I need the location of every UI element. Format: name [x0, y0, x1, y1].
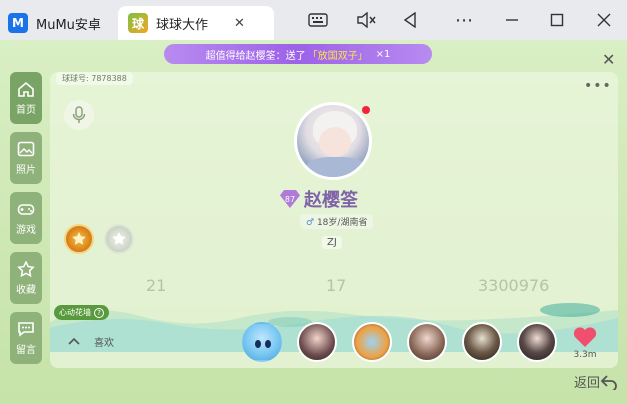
- heart-garden-badge[interactable]: 心动花墙 ?: [54, 305, 109, 320]
- photo-icon: [17, 141, 35, 156]
- sidebar-item-game[interactable]: 游戏: [10, 192, 42, 244]
- garden-label: 心动花墙: [59, 308, 91, 317]
- game-icon: 球: [128, 13, 148, 33]
- liker-avatar[interactable]: [352, 322, 392, 362]
- sidebar-item-label: 留言: [16, 344, 36, 356]
- sidebar-item-label: 收藏: [16, 284, 36, 296]
- age-location: 18岁/湖南省: [316, 218, 368, 228]
- avatar-face: [319, 127, 351, 157]
- avatar-body: [305, 157, 367, 177]
- sidebar: 首页 照片 游戏 收藏 留言: [10, 72, 42, 372]
- minimize-icon[interactable]: [500, 10, 524, 30]
- liker-avatar[interactable]: [517, 322, 557, 362]
- online-dot: [362, 106, 370, 114]
- back-button[interactable]: 返回: [574, 372, 618, 391]
- microphone-icon: [72, 106, 86, 123]
- tab-mumu[interactable]: M MuMu安卓: [8, 6, 116, 40]
- close-icon[interactable]: ✕: [602, 50, 615, 69]
- heart-icon: [573, 327, 597, 347]
- browser-chrome: M MuMu安卓 球 球球大作 ✕ ⋯: [0, 0, 627, 40]
- message-icon: [18, 321, 34, 337]
- help-icon[interactable]: ?: [94, 307, 104, 318]
- liker-avatar[interactable]: [242, 322, 282, 362]
- gold-medal-icon[interactable]: [64, 224, 94, 254]
- profile-panel: 球球号: 7878388 ••• 87 赵樱筌 ♂ 18岁/湖南省 ZJ 21 …: [50, 72, 618, 368]
- sidebar-item-home[interactable]: 首页: [10, 72, 42, 124]
- liker-avatar[interactable]: [297, 322, 337, 362]
- silver-medal-icon[interactable]: [104, 224, 134, 254]
- banner-highlight: 「放国双子」: [307, 50, 368, 62]
- sidebar-item-message[interactable]: 留言: [10, 312, 42, 364]
- sidebar-item-collect[interactable]: 收藏: [10, 252, 42, 304]
- user-details: ♂ 18岁/湖南省: [300, 214, 374, 229]
- back-label: 返回: [574, 376, 601, 391]
- like-button[interactable]: 3.3m: [572, 326, 598, 360]
- collect-icon: [17, 260, 35, 277]
- gamepad-icon: [17, 203, 35, 215]
- user-name: 赵樱筌: [304, 190, 358, 211]
- sidebar-item-label: 首页: [16, 104, 36, 116]
- avatar-eye: [265, 340, 271, 348]
- banner-text: 超值得给赵樱筌：送了: [205, 50, 306, 62]
- avatar[interactable]: [294, 102, 372, 180]
- like-toggle[interactable]: 喜欢: [68, 334, 114, 349]
- maximize-icon[interactable]: [545, 10, 569, 30]
- liker-avatars: [242, 322, 572, 362]
- mumu-icon: M: [8, 13, 28, 33]
- mic-button[interactable]: [64, 100, 94, 130]
- banner-count: ×1: [375, 48, 391, 60]
- close-icon[interactable]: ✕: [234, 16, 245, 31]
- back-icon[interactable]: [398, 10, 422, 30]
- chevron-up-icon: [68, 335, 80, 348]
- liker-avatar[interactable]: [407, 322, 447, 362]
- app-area: 超值得给赵樱筌：送了 「放国双子」 ×1 ✕ 首页 照片 游戏 收藏 留言 球球…: [0, 40, 627, 404]
- level-badge: 87: [280, 190, 300, 208]
- more-icon[interactable]: •••: [584, 78, 612, 94]
- like-label: 喜欢: [94, 338, 114, 349]
- home-icon: [18, 81, 34, 97]
- liker-avatar[interactable]: [462, 322, 502, 362]
- return-arrow-icon: [600, 374, 617, 390]
- tab-game[interactable]: 球 球球大作 ✕: [118, 6, 274, 40]
- sidebar-item-label: 照片: [16, 164, 36, 176]
- mute-icon[interactable]: [354, 10, 378, 30]
- more-icon[interactable]: ⋯: [452, 10, 476, 31]
- name-row: 87 赵樱筌: [280, 186, 358, 212]
- avatar-eye: [255, 340, 261, 348]
- like-count: 3.3m: [573, 350, 597, 360]
- user-tag: ZJ: [322, 236, 342, 249]
- sidebar-item-label: 游戏: [16, 224, 36, 236]
- gift-banner[interactable]: 超值得给赵樱筌：送了 「放国双子」 ×1: [164, 44, 432, 64]
- user-id: 球球号: 7878388: [56, 72, 133, 85]
- tab-label: MuMu安卓: [36, 17, 101, 33]
- sidebar-item-photo[interactable]: 照片: [10, 132, 42, 184]
- tab-label: 球球大作: [156, 17, 209, 33]
- close-icon[interactable]: [592, 10, 616, 30]
- male-icon: ♂: [306, 218, 315, 228]
- keyboard-icon[interactable]: [306, 10, 330, 30]
